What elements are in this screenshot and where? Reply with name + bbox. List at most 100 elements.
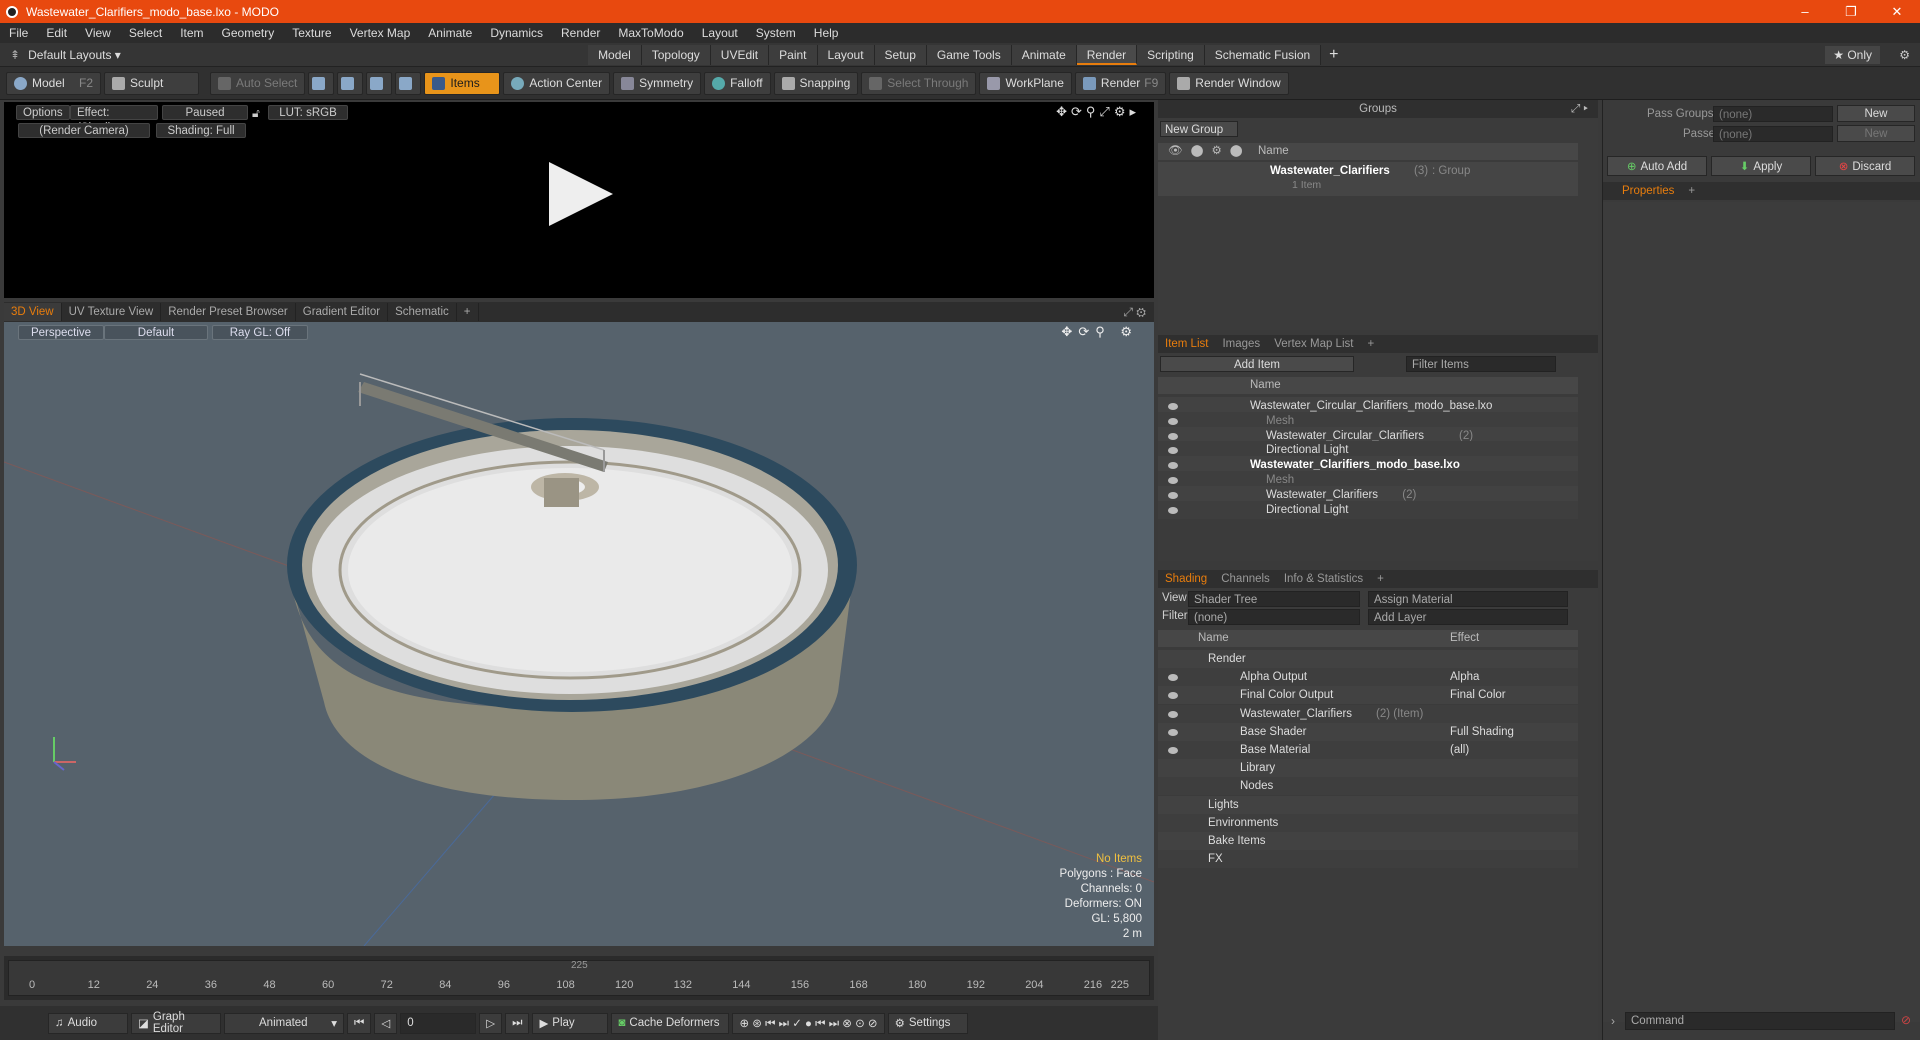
layout-tab-setup[interactable]: Setup: [874, 44, 927, 65]
only-toggle[interactable]: ★ Only: [1825, 45, 1880, 64]
tab-properties[interactable]: Properties: [1615, 182, 1681, 200]
menu-edit[interactable]: Edit: [37, 26, 76, 40]
layout-menu-icon[interactable]: ⇞: [10, 48, 20, 62]
items-mode-button[interactable]: Items: [424, 71, 501, 95]
menu-item[interactable]: Item: [171, 26, 212, 40]
tab-gradient-editor[interactable]: Gradient Editor: [296, 303, 389, 321]
render-window-button[interactable]: Render Window: [1169, 71, 1289, 95]
layout-tab-layout[interactable]: Layout: [817, 44, 875, 65]
shader-tree-dropdown[interactable]: Shader Tree: [1188, 591, 1360, 607]
command-expand-icon[interactable]: ›: [1611, 1014, 1615, 1028]
options-button[interactable]: Options: [16, 105, 70, 120]
tab-shading[interactable]: Shading: [1158, 570, 1214, 588]
visibility-eye-icon[interactable]: [1168, 447, 1178, 455]
snapping-button[interactable]: Snapping: [773, 71, 859, 95]
play-button[interactable]: ▶ Play: [532, 1012, 609, 1034]
action-center-button[interactable]: Action Center: [503, 71, 611, 95]
effect-dropdown[interactable]: Effect: (Shadi...: [70, 105, 158, 134]
select-through-button[interactable]: Select Through: [861, 71, 977, 95]
gear-icon[interactable]: ⚙: [1899, 48, 1910, 62]
paused-button[interactable]: Paused: [162, 105, 248, 120]
viewport-expand-icon[interactable]: ⤢ ⚙: [1123, 305, 1146, 320]
menu-vertex-map[interactable]: Vertex Map: [341, 26, 420, 40]
polygon-mode-button[interactable]: [366, 71, 393, 95]
menu-geometry[interactable]: Geometry: [213, 26, 284, 40]
edge-mode-button[interactable]: [337, 71, 364, 95]
sculpt-button[interactable]: Sculpt: [104, 71, 199, 95]
add-item-dropdown[interactable]: Add Item: [1160, 356, 1354, 372]
layout-tab-paint[interactable]: Paint: [769, 44, 818, 65]
go-start-button[interactable]: ⏮: [347, 1012, 372, 1034]
key-tools[interactable]: ⊕ ⊛ ⏮ ⏭ ✓ ● ⏮ ⏭ ⊗ ⊙ ⊘: [732, 1012, 885, 1034]
layout-tab-model[interactable]: Model: [588, 44, 642, 65]
layout-tab-schematic-fusion[interactable]: Schematic Fusion: [1204, 44, 1322, 65]
material-mode-button[interactable]: [395, 71, 422, 95]
prev-frame-button[interactable]: ◁: [374, 1012, 398, 1034]
go-end-button[interactable]: ⏭: [505, 1012, 530, 1034]
command-stop-icon[interactable]: ⊘: [1901, 1013, 1911, 1027]
play-icon[interactable]: [549, 162, 613, 226]
menu-render[interactable]: Render: [552, 26, 609, 40]
workplane-button[interactable]: WorkPlane: [979, 71, 1072, 95]
timeline-ruler[interactable]: 0 12 24 36 48 60 72 84 96 108 120 132 144 156 168 180 19…: [8, 960, 1150, 996]
new-pass-group-button[interactable]: New: [1837, 105, 1915, 122]
menu-file[interactable]: File: [0, 26, 37, 40]
tab-images[interactable]: Images: [1215, 335, 1267, 353]
settings-button[interactable]: ⚙ Settings: [887, 1012, 968, 1034]
layout-tab-uvedit[interactable]: UVEdit: [710, 44, 770, 65]
tab-3d-view[interactable]: 3D View: [4, 303, 62, 321]
add-shading-tab[interactable]: +: [1370, 570, 1391, 588]
layout-tab-game-tools[interactable]: Game Tools: [926, 44, 1012, 65]
shader-row[interactable]: Base Shader Full Shading: [1158, 722, 1578, 741]
groups-expand-icon[interactable]: ⤢ ▸: [1571, 103, 1588, 116]
group-row[interactable]: Wastewater_Clarifiers (3) : Group 1 Item: [1158, 162, 1578, 196]
cache-deformers-button[interactable]: ◙ Cache Deformers: [611, 1012, 730, 1034]
shader-effect[interactable]: (all): [1450, 741, 1469, 759]
shader-row[interactable]: Final Color Output Final Color: [1158, 686, 1578, 705]
menu-maxtomodo[interactable]: MaxToModo: [609, 26, 692, 40]
graph-editor-button[interactable]: ◪ Graph Editor: [131, 1011, 221, 1035]
visibility-eye-icon[interactable]: [1168, 728, 1178, 736]
auto-select-button[interactable]: Auto Select: [210, 71, 306, 95]
shader-row[interactable]: Nodes: [1158, 777, 1578, 796]
tab-schematic[interactable]: Schematic: [388, 303, 457, 321]
visibility-eye-icon[interactable]: [1168, 491, 1178, 499]
shader-row[interactable]: Library: [1158, 759, 1578, 778]
lock-icon[interactable]: 🔓︎: [252, 106, 260, 121]
shader-row[interactable]: Lights: [1158, 795, 1578, 814]
menu-texture[interactable]: Texture: [283, 26, 340, 40]
shader-effect[interactable]: Full Shading: [1450, 723, 1514, 741]
shader-row[interactable]: Bake Items: [1158, 832, 1578, 850]
filter-dropdown[interactable]: (none): [1188, 609, 1360, 625]
falloff-button[interactable]: Falloff: [704, 71, 771, 95]
add-properties-tab[interactable]: +: [1681, 182, 1702, 200]
new-group-button[interactable]: New Group: [1160, 121, 1238, 137]
menu-select[interactable]: Select: [120, 26, 171, 40]
layout-tab-scripting[interactable]: Scripting: [1137, 44, 1205, 65]
tab-uv-texture-view[interactable]: UV Texture View: [62, 303, 162, 321]
visibility-eye-icon[interactable]: [1168, 747, 1178, 754]
menu-system[interactable]: System: [747, 26, 805, 40]
shader-effect[interactable]: Final Color: [1450, 686, 1506, 704]
next-frame-button[interactable]: ▷: [479, 1012, 503, 1034]
add-panel-tab[interactable]: +: [1360, 335, 1381, 353]
maximize-button[interactable]: ❐: [1828, 0, 1874, 23]
vertex-mode-button[interactable]: [308, 71, 335, 95]
model-mode-button[interactable]: Model F2: [6, 71, 101, 95]
render-camera-dropdown[interactable]: (Render Camera): [18, 123, 150, 138]
visibility-eye-icon[interactable]: [1168, 710, 1178, 718]
discard-button[interactable]: ⊗ Discard: [1815, 156, 1915, 176]
passes-dropdown[interactable]: (none): [1713, 126, 1833, 142]
command-input[interactable]: Command: [1625, 1012, 1895, 1030]
tab-vertex-map-list[interactable]: Vertex Map List: [1267, 335, 1360, 353]
clarifier-scene[interactable]: [4, 322, 1154, 946]
shader-row[interactable]: Base Material (all): [1158, 741, 1578, 759]
frame-input[interactable]: 0: [400, 1012, 477, 1034]
assign-material-dropdown[interactable]: Assign Material: [1368, 591, 1568, 607]
tab-render-preset-browser[interactable]: Render Preset Browser: [161, 303, 296, 321]
symmetry-button[interactable]: Symmetry: [613, 71, 702, 95]
visibility-eye-icon[interactable]: [1168, 417, 1178, 425]
layout-tab-animate[interactable]: Animate: [1011, 44, 1077, 65]
shader-effect[interactable]: Alpha: [1450, 668, 1479, 686]
visibility-eye-icon[interactable]: [1168, 462, 1178, 470]
